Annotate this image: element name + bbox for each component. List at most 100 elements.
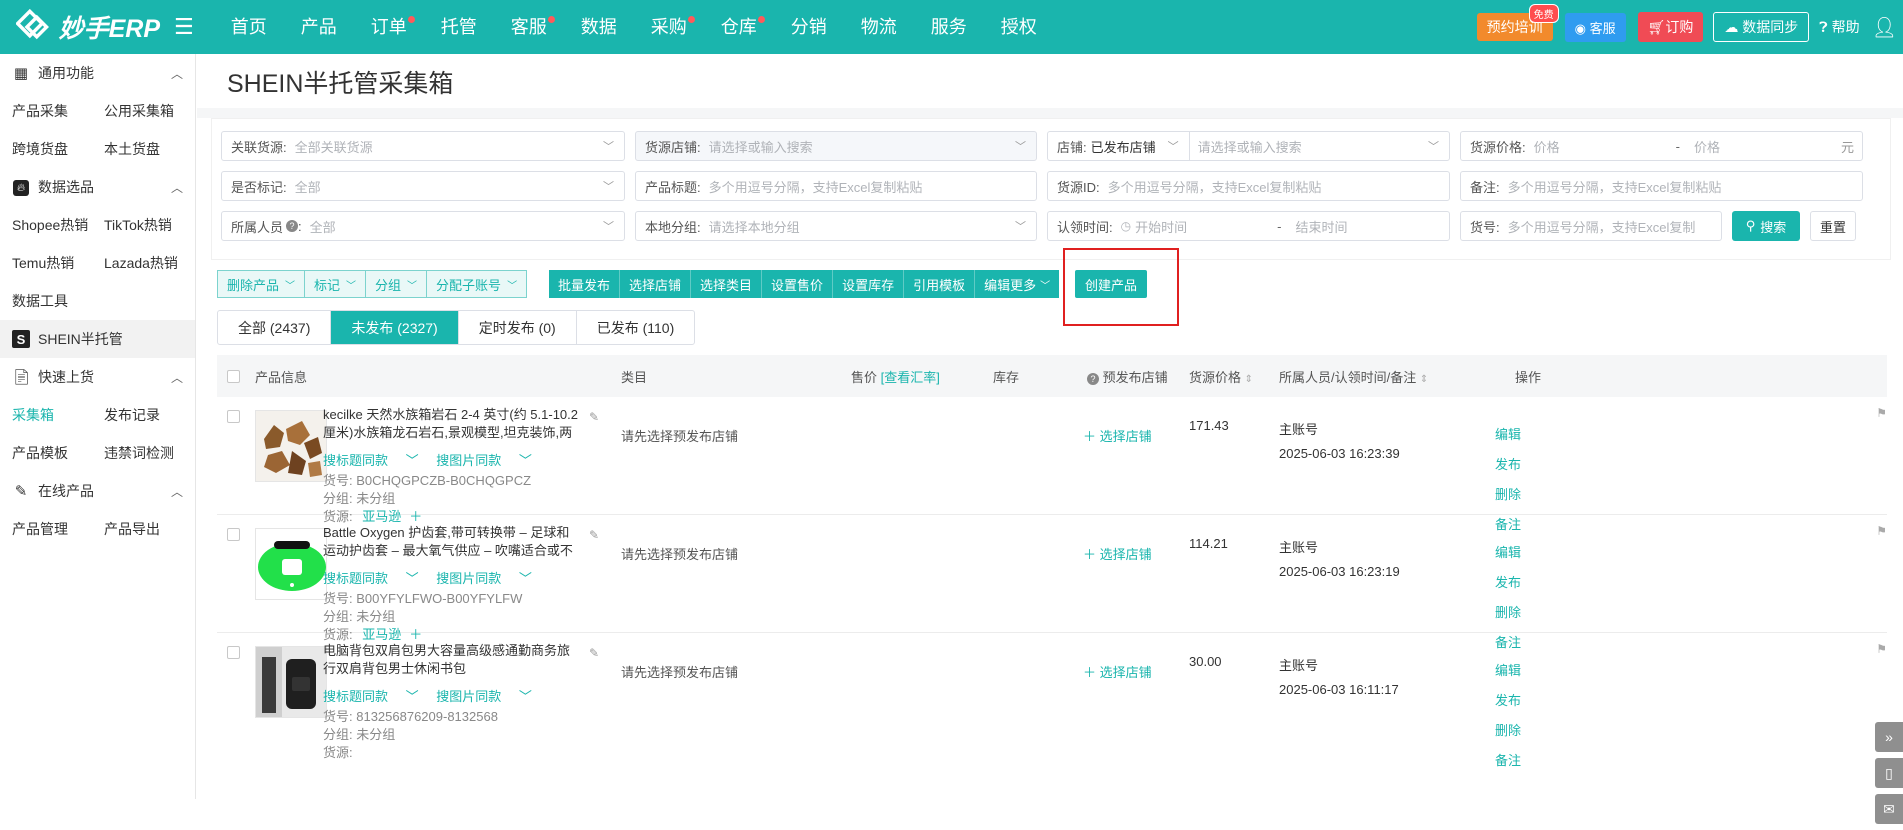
sidebar-section-common[interactable]: ▦ 通用功能 ︿ (0, 54, 195, 92)
nav-orders[interactable]: 订单 (354, 0, 424, 54)
select-preshop-link[interactable]: ＋ 选择店铺 (1083, 426, 1152, 445)
marked-select[interactable]: 是否标记: 全部 ﹀ (221, 171, 625, 201)
flag-icon[interactable]: ⚑ (1876, 524, 1887, 538)
sidebar-section-shein[interactable]: S SHEIN半托管 (0, 320, 195, 358)
tab-all[interactable]: 全部 (2437) (218, 311, 332, 344)
tab-unpublished[interactable]: 未发布 (2327) (331, 311, 459, 344)
source-price-range[interactable]: 货源价格: 价格 - 价格 元 (1460, 131, 1863, 161)
search-by-image-link[interactable]: 搜图片同款 ﹀ (436, 453, 532, 468)
edit-more-dropdown[interactable]: 编辑更多 ﹀ (975, 270, 1060, 298)
nav-purchase[interactable]: 采购 (634, 0, 704, 54)
sku-input[interactable]: 货号: 多个用逗号分隔，支持Excel复制 (1460, 211, 1722, 241)
row-checkbox[interactable] (227, 528, 240, 541)
subscribe-button[interactable]: 🛒︎订购 (1637, 12, 1704, 42)
batch-publish-button[interactable]: 批量发布 (549, 270, 621, 298)
search-by-title-link[interactable]: 搜标题同款 ﹀ (323, 571, 419, 586)
hamburger-menu-icon[interactable]: ☰ (174, 14, 194, 40)
sidebar-item-product-collect[interactable]: 产品采集 (0, 101, 92, 121)
logo[interactable]: 妙手ERP (0, 7, 160, 47)
nav-warehouse[interactable]: 仓库 (704, 0, 774, 54)
product-thumbnail[interactable] (255, 528, 327, 600)
search-by-title-link[interactable]: 搜标题同款 ﹀ (323, 453, 419, 468)
product-thumbnail[interactable] (255, 410, 327, 482)
tab-scheduled[interactable]: 定时发布 (0) (459, 311, 577, 344)
nav-customer-service[interactable]: 客服 (494, 0, 564, 54)
price-max-input[interactable]: 价格 (1686, 137, 1826, 156)
mobile-icon[interactable]: ▯ (1875, 758, 1903, 788)
sidebar-item-banned-words[interactable]: 违禁词检测 (92, 443, 184, 463)
claim-time-range[interactable]: 认领时间: ◷ 开始时间 - 结束时间 (1047, 211, 1450, 241)
edit-title-icon[interactable]: ✎ (589, 410, 599, 424)
delete-link[interactable]: 删除 (1495, 487, 1521, 502)
search-by-image-link[interactable]: 搜图片同款 ﹀ (436, 689, 532, 704)
assign-subaccount-dropdown[interactable]: 分配子账号 ﹀ (427, 270, 528, 298)
select-all-checkbox[interactable] (227, 369, 240, 383)
nav-hosting[interactable]: 托管 (424, 0, 494, 54)
note-link[interactable]: 备注 (1495, 753, 1521, 768)
select-category-button[interactable]: 选择类目 (691, 270, 763, 298)
delete-link[interactable]: 删除 (1495, 723, 1521, 738)
price-min-input[interactable]: 价格 (1526, 137, 1676, 156)
help-link[interactable]: ❓︎ 帮助 (1819, 17, 1859, 37)
shop-status-value[interactable]: 已发布店铺 (1087, 137, 1156, 156)
delete-products-dropdown[interactable]: 删除产品 ﹀ (217, 270, 306, 298)
note-input[interactable]: 备注: 多个用逗号分隔，支持Excel复制粘贴 (1460, 171, 1863, 201)
sidebar-section-online[interactable]: ✎ 在线产品 ︿ (0, 472, 195, 510)
search-by-title-link[interactable]: 搜标题同款 ﹀ (323, 689, 419, 704)
source-shop-select[interactable]: 货源店铺: 请选择或输入搜索 ﹀ (635, 131, 1037, 161)
select-preshop-link[interactable]: ＋ 选择店铺 (1083, 662, 1152, 681)
select-shop-button[interactable]: 选择店铺 (620, 270, 692, 298)
nav-services[interactable]: 服务 (914, 0, 984, 54)
sidebar-item-tiktok[interactable]: TikTok热销 (92, 215, 184, 235)
mark-dropdown[interactable]: 标记 ﹀ (305, 270, 367, 298)
sidebar-section-quick-upload[interactable]: 📄︎ 快速上货 ︿ (0, 358, 195, 396)
nav-products[interactable]: 产品 (284, 0, 354, 54)
local-group-select[interactable]: 本地分组: 请选择本地分组 ﹀ (635, 211, 1037, 241)
start-time-input[interactable]: 开始时间 (1131, 217, 1277, 236)
book-training-button[interactable]: 预约培训 免费 (1476, 4, 1559, 41)
question-icon[interactable]: ? (286, 220, 299, 232)
owner-select[interactable]: 所属人员 ? : 全部 ﹀ (221, 211, 625, 241)
sidebar-item-templates[interactable]: 产品模板 (0, 443, 92, 463)
delete-link[interactable]: 删除 (1495, 605, 1521, 620)
sidebar-item-lazada[interactable]: Lazada热销 (92, 253, 184, 273)
source-link-select[interactable]: 关联货源: 全部关联货源 ﹀ (221, 131, 625, 161)
set-stock-button[interactable]: 设置库存 (833, 270, 905, 298)
edit-title-icon[interactable]: ✎ (589, 528, 599, 542)
publish-link[interactable]: 发布 (1495, 575, 1521, 590)
apply-template-button[interactable]: 引用模板 (904, 270, 976, 298)
question-icon[interactable]: ? (1087, 372, 1099, 385)
shop-filter[interactable]: 店铺: 已发布店铺 ﹀ 请选择或输入搜索 ﹀ (1047, 131, 1450, 161)
sidebar-item-cross-border[interactable]: 跨境货盘 (0, 139, 92, 159)
data-sync-button[interactable]: ☁ 数据同步 (1713, 12, 1810, 42)
set-price-button[interactable]: 设置售价 (762, 270, 834, 298)
flag-icon[interactable]: ⚑ (1876, 642, 1887, 656)
search-button[interactable]: ⚲ 搜索 (1732, 211, 1800, 241)
edit-link[interactable]: 编辑 (1495, 663, 1521, 678)
collapse-icon[interactable]: » (1875, 722, 1903, 752)
edit-link[interactable]: 编辑 (1495, 545, 1521, 560)
end-time-input[interactable]: 结束时间 (1287, 217, 1347, 236)
edit-title-icon[interactable]: ✎ (589, 646, 599, 660)
search-by-image-link[interactable]: 搜图片同款 ﹀ (436, 571, 532, 586)
nav-data[interactable]: 数据 (564, 0, 634, 54)
edit-link[interactable]: 编辑 (1495, 427, 1521, 442)
row-checkbox[interactable] (227, 646, 240, 659)
sidebar-item-public-box[interactable]: 公用采集箱 (92, 101, 184, 121)
view-exchange-rate-link[interactable]: [查看汇率] (881, 370, 940, 385)
nav-authorization[interactable]: 授权 (984, 0, 1054, 54)
sidebar-item-collect-box[interactable]: 采集箱 (0, 405, 92, 425)
publish-link[interactable]: 发布 (1495, 457, 1521, 472)
sidebar-item-product-export[interactable]: 产品导出 (92, 519, 184, 539)
customer-service-button[interactable]: ◉ 客服 (1564, 12, 1626, 42)
sidebar-item-publish-records[interactable]: 发布记录 (92, 405, 184, 425)
sidebar-item-shopee[interactable]: Shopee热销 (0, 215, 92, 235)
reset-button[interactable]: 重置 (1810, 211, 1856, 241)
sidebar-section-data[interactable]: 🔥︎ 数据选品 ︿ (0, 168, 195, 206)
sidebar-item-data-tools[interactable]: 数据工具 (0, 291, 92, 311)
select-preshop-link[interactable]: ＋ 选择店铺 (1083, 544, 1152, 563)
sidebar-item-temu[interactable]: Temu热销 (0, 253, 92, 273)
product-title-input[interactable]: 产品标题: 多个用逗号分隔，支持Excel复制粘贴 (635, 171, 1037, 201)
group-dropdown[interactable]: 分组 ﹀ (366, 270, 428, 298)
user-avatar-icon[interactable]: 👤︎ (1872, 15, 1897, 40)
